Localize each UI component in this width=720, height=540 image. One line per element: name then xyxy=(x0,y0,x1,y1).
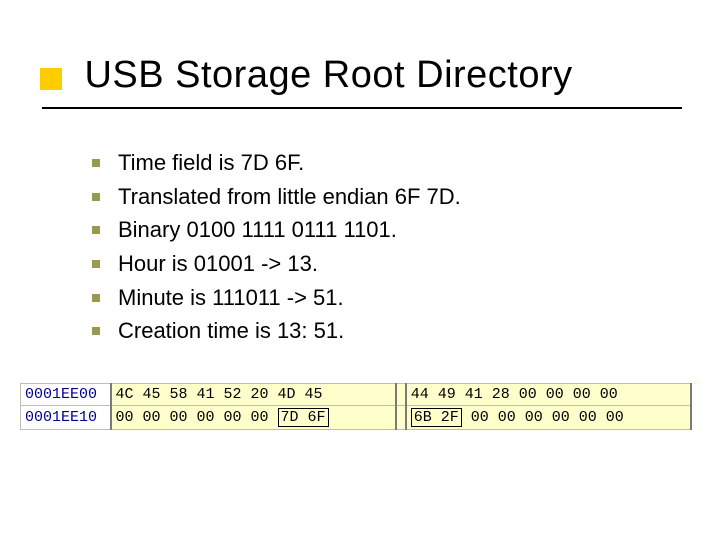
title-bullet-icon xyxy=(40,68,62,90)
hex-dump-table: 0001EE00 4C 45 58 41 52 20 4D 45 44 49 4… xyxy=(20,383,700,430)
bullet-text: Creation time is 13: 51. xyxy=(118,316,344,346)
hex-gap xyxy=(396,406,406,430)
bullet-text: Translated from little endian 6F 7D. xyxy=(118,182,461,212)
hex-right-edge xyxy=(691,384,700,406)
bullet-text: Time field is 7D 6F. xyxy=(118,148,304,178)
hex-right-edge xyxy=(691,406,700,430)
list-item: Binary 0100 1111 0111 1101. xyxy=(92,215,660,245)
hex-bytes-group1: 00 00 00 00 00 00 7D 6F xyxy=(111,406,396,430)
bullet-icon xyxy=(92,159,100,167)
bullet-icon xyxy=(92,260,100,268)
bullet-icon xyxy=(92,193,100,201)
list-item: Minute is 111011 -> 51. xyxy=(92,283,660,313)
hex-address: 0001EE10 xyxy=(21,406,111,430)
table-row: 0001EE00 4C 45 58 41 52 20 4D 45 44 49 4… xyxy=(21,384,701,406)
hex-gap xyxy=(396,384,406,406)
hex-address: 0001EE00 xyxy=(21,384,111,406)
bullet-text: Binary 0100 1111 0111 1101. xyxy=(118,215,397,245)
table-row: 0001EE10 00 00 00 00 00 00 7D 6F 6B 2F 0… xyxy=(21,406,701,430)
list-item: Time field is 7D 6F. xyxy=(92,148,660,178)
hex-bytes-group1: 4C 45 58 41 52 20 4D 45 xyxy=(111,384,396,406)
bullet-icon xyxy=(92,327,100,335)
highlighted-bytes: 7D 6F xyxy=(278,408,329,427)
hex-bytes-group2: 6B 2F 00 00 00 00 00 00 xyxy=(406,406,691,430)
bullet-icon xyxy=(92,226,100,234)
slide-title-region: USB Storage Root Directory xyxy=(40,54,680,109)
hex-bytes: 00 00 00 00 00 00 xyxy=(462,409,624,426)
title-underline xyxy=(42,107,682,109)
list-item: Hour is 01001 -> 13. xyxy=(92,249,660,279)
highlighted-bytes: 6B 2F xyxy=(411,408,462,427)
list-item: Translated from little endian 6F 7D. xyxy=(92,182,660,212)
hex-bytes-group2: 44 49 41 28 00 00 00 00 xyxy=(406,384,691,406)
hex-bytes: 00 00 00 00 00 00 xyxy=(116,409,278,426)
bullet-list: Time field is 7D 6F. Translated from lit… xyxy=(92,148,660,350)
bullet-text: Hour is 01001 -> 13. xyxy=(118,249,318,279)
bullet-icon xyxy=(92,294,100,302)
bullet-text: Minute is 111011 -> 51. xyxy=(118,283,344,313)
list-item: Creation time is 13: 51. xyxy=(92,316,660,346)
slide-title: USB Storage Root Directory xyxy=(84,54,572,97)
hex-bytes: 44 49 41 28 00 00 00 00 xyxy=(411,386,618,403)
